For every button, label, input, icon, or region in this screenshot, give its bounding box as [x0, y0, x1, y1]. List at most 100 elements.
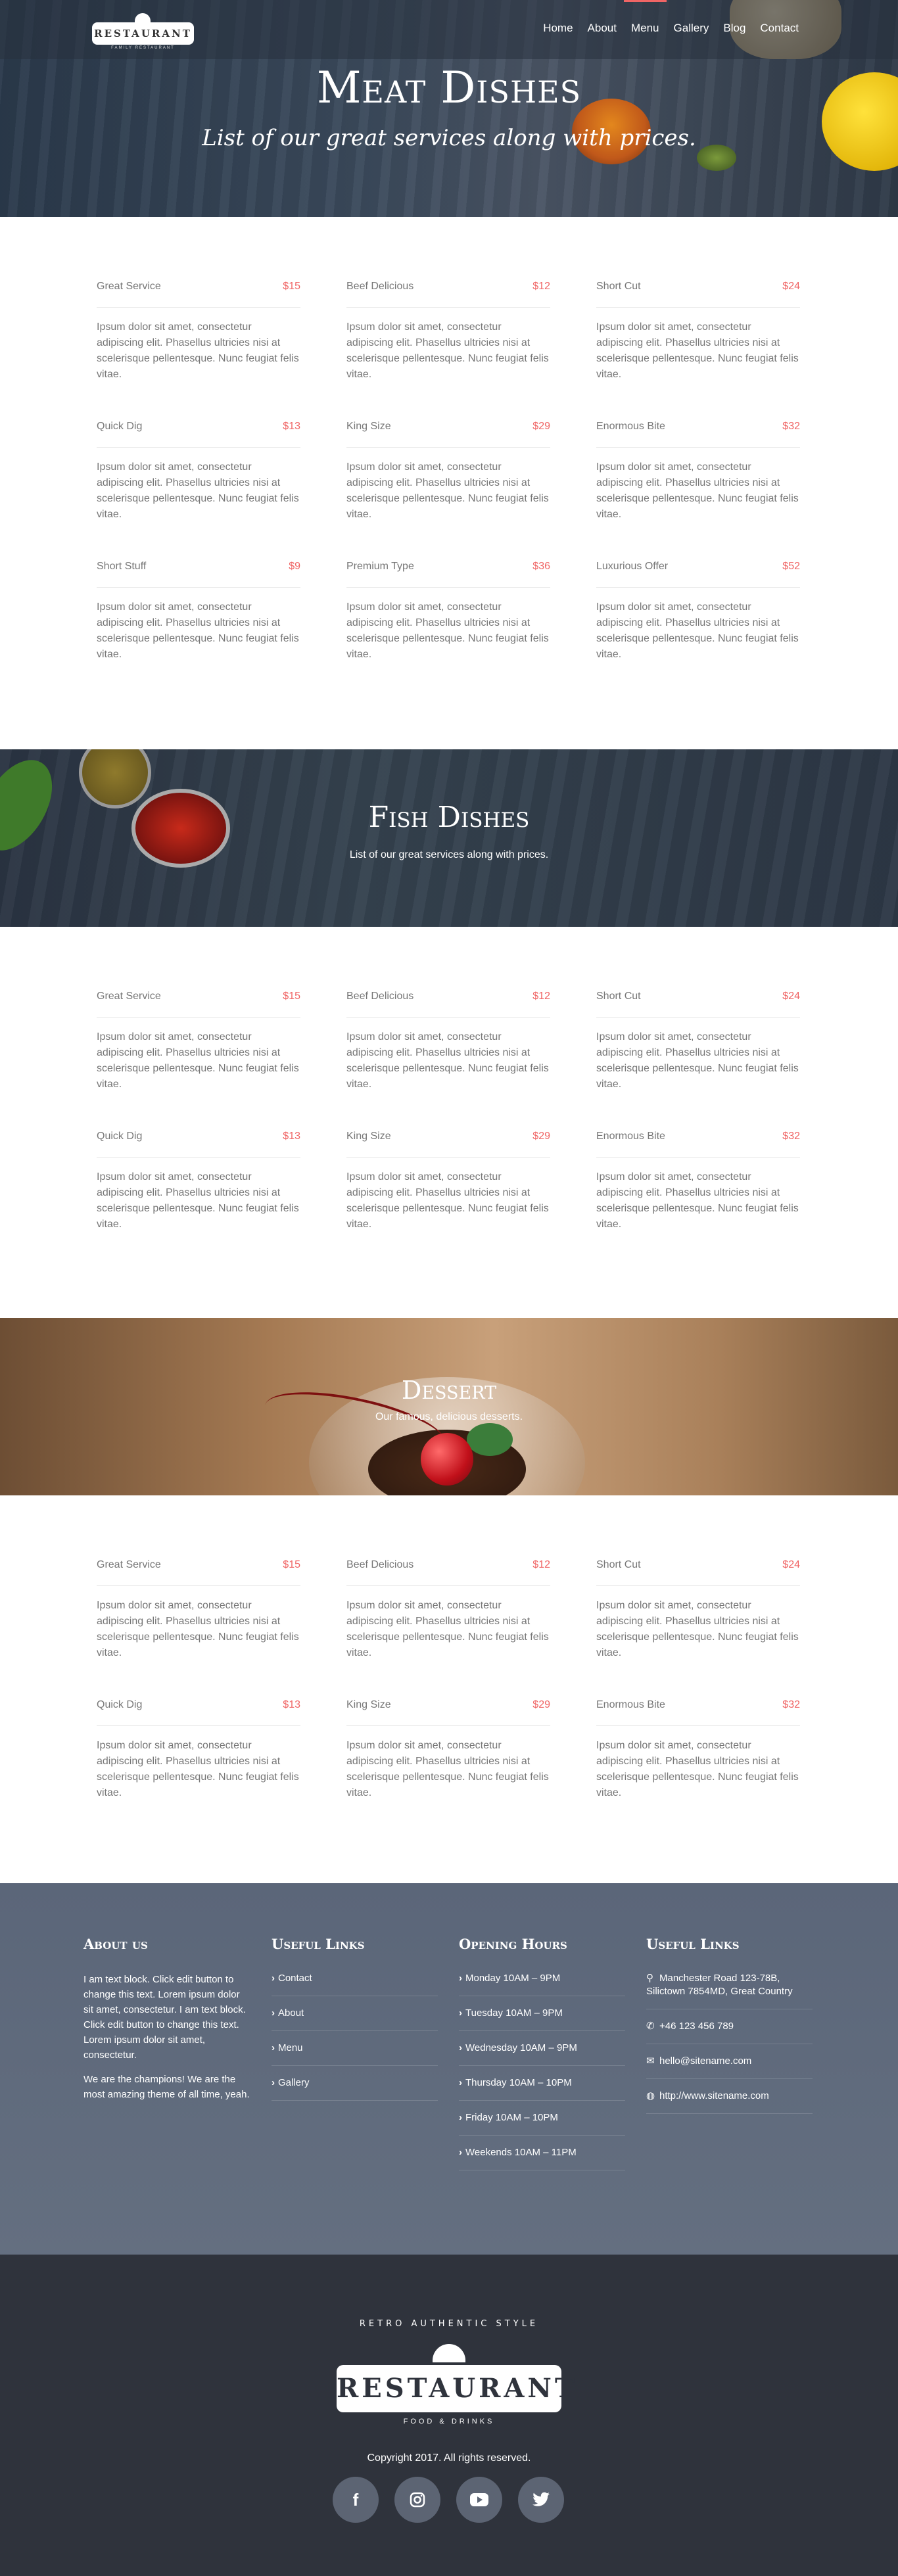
youtube-icon[interactable] — [456, 2477, 502, 2523]
footer-link-contact[interactable]: › Contact — [272, 1972, 438, 1996]
menu-item-description: Ipsum dolor sit amet, consectetur adipis… — [97, 1600, 299, 1658]
menu-item-price: $9 — [289, 561, 300, 572]
menu-item-name: Short Stuff — [97, 561, 147, 572]
menu-item-description: Ipsum dolor sit amet, consectetur adipis… — [346, 461, 549, 520]
menu-item-price: $12 — [532, 281, 550, 292]
menu-item-header: Quick Dig $13 — [97, 421, 300, 448]
menu-item-description: Ipsum dolor sit amet, consectetur adipis… — [97, 461, 299, 520]
chevron-right-icon: › — [272, 2042, 275, 2053]
menu-item-description: Ipsum dolor sit amet, consectetur adipis… — [596, 1600, 799, 1658]
menu-item-header: Premium Type $36 — [346, 561, 550, 588]
chevron-right-icon: › — [272, 1973, 275, 1984]
logo[interactable]: RESTAURANT FAMILY RESTAURANT — [92, 12, 194, 50]
chevron-right-icon: › — [272, 2077, 275, 2088]
email-text: hello@sitename.com — [659, 2055, 752, 2067]
dessert-menu-section: Great Service $15 Ipsum dolor sit amet, co… — [0, 1495, 898, 1888]
menu-item-description: Ipsum dolor sit amet, consectetur adipis… — [97, 601, 299, 660]
menu-item-description: Ipsum dolor sit amet, consectetur adipis… — [346, 1600, 549, 1658]
menu-item-description: Ipsum dolor sit amet, consectetur adipis… — [596, 1740, 799, 1798]
cherry-image — [421, 1433, 473, 1486]
contact-address: ⚲ Manchester Road 123-78B, Silictown 7854… — [646, 1972, 813, 2009]
menu-item-price: $15 — [283, 991, 300, 1002]
menu-item: Great Service $15 Ipsum dolor sit amet, co… — [97, 281, 300, 383]
menu-item: Enormous Bite $32 Ipsum dolor sit amet, co… — [596, 1699, 800, 1801]
chevron-right-icon: › — [459, 2077, 462, 2088]
facebook-icon[interactable]: f — [333, 2477, 379, 2523]
dessert-subtitle: Our famous, delicious desserts. — [375, 1411, 523, 1422]
hours-row: › Friday 10AM – 10PM — [459, 2111, 625, 2136]
nav-contact[interactable]: Contact — [753, 22, 806, 35]
menu-item-name: Quick Dig — [97, 421, 143, 432]
menu-item-name: Enormous Bite — [596, 421, 665, 432]
chevron-right-icon: › — [272, 2007, 275, 2019]
links-heading: Useful Links — [272, 1936, 365, 1952]
menu-item: Luxurious Offer $52 Ipsum dolor sit amet, … — [596, 561, 800, 663]
twitter-icon[interactable] — [518, 2477, 564, 2523]
menu-item-description: Ipsum dolor sit amet, consectetur adipis… — [596, 321, 799, 380]
menu-item-header: Short Cut $24 — [596, 991, 800, 1018]
menu-item-price: $13 — [283, 1699, 300, 1710]
restaurant-emblem: RETRO AUTHENTIC STYLE RESTAURANT FOOD & … — [335, 2319, 575, 2444]
menu-item: Great Service $15 Ipsum dolor sit amet, co… — [97, 991, 300, 1092]
nav-about[interactable]: About — [580, 22, 624, 35]
menu-item-header: Enormous Bite $32 — [596, 1699, 800, 1726]
contact-email[interactable]: ✉ hello@sitename.com — [646, 2055, 813, 2079]
menu-item-description: Ipsum dolor sit amet, consectetur adipis… — [346, 601, 549, 660]
hours-text: Tuesday 10AM – 9PM — [465, 2007, 563, 2019]
fish-title: Fish Dishes — [368, 801, 530, 834]
menu-item-description: Ipsum dolor sit amet, consectetur adipis… — [596, 601, 799, 660]
menu-item: Great Service $15 Ipsum dolor sit amet, co… — [97, 1559, 300, 1661]
menu-item-header: Quick Dig $13 — [97, 1131, 300, 1158]
menu-item-header: Short Stuff $9 — [97, 561, 300, 588]
menu-item: Short Stuff $9 Ipsum dolor sit amet, conse… — [97, 561, 300, 663]
hours-row: › Thursday 10AM – 10PM — [459, 2076, 625, 2101]
logo-subtitle: FAMILY RESTAURANT — [111, 46, 175, 50]
page-subtitle: List of our great services along with pr… — [202, 125, 696, 151]
page-title: Meat Dishes — [316, 62, 582, 113]
footer-link-menu[interactable]: › Menu — [272, 2042, 438, 2066]
footer-link-label: Contact — [278, 1973, 312, 1984]
mint-leaf-image — [467, 1423, 513, 1456]
hours-row: › Weekends 10AM – 11PM — [459, 2146, 625, 2170]
hours-text: Thursday 10AM – 10PM — [465, 2077, 572, 2088]
menu-item: Enormous Bite $32 Ipsum dolor sit amet, co… — [596, 421, 800, 523]
footer-link-about[interactable]: › About — [272, 2007, 438, 2031]
menu-item-header: King Size $29 — [346, 1699, 550, 1726]
nav-home[interactable]: Home — [536, 22, 580, 35]
menu-item-description: Ipsum dolor sit amet, consectetur adipis… — [346, 321, 549, 380]
chevron-right-icon: › — [459, 2147, 462, 2158]
menu-item-header: Enormous Bite $32 — [596, 421, 800, 448]
footer-link-label: Gallery — [278, 2077, 310, 2088]
menu-item-header: Enormous Bite $32 — [596, 1131, 800, 1158]
social-links: f — [333, 2477, 564, 2523]
footer-hours: Opening Hours › Monday 10AM – 9PM › Tuesda… — [459, 1936, 625, 2181]
nav-blog[interactable]: Blog — [716, 22, 753, 35]
menu-item-name: Premium Type — [346, 561, 414, 572]
fish-menu-section: Great Service $15 Ipsum dolor sit amet, co… — [0, 927, 898, 1318]
menu-item-description: Ipsum dolor sit amet, consectetur adipis… — [97, 1171, 299, 1230]
menu-item-name: Great Service — [97, 281, 161, 292]
hours-text: Monday 10AM – 9PM — [465, 1973, 561, 1984]
menu-item-price: $29 — [532, 1131, 550, 1142]
menu-item-header: Short Cut $24 — [596, 281, 800, 308]
instagram-icon[interactable] — [394, 2477, 440, 2523]
about-text-2: We are the champions! We are the most am… — [83, 2074, 250, 2100]
menu-item-price: $15 — [283, 1559, 300, 1570]
nav-menu[interactable]: Menu — [623, 0, 667, 35]
cloche-icon — [135, 13, 151, 22]
hours-heading: Opening Hours — [459, 1936, 567, 1952]
menu-item-name: Beef Delicious — [346, 991, 414, 1002]
menu-item-price: $15 — [283, 281, 300, 292]
emblem-subtitle: FOOD & DRINKS — [403, 2418, 495, 2425]
footer-links: Useful Links › Contact › About › Menu › Gall… — [272, 1936, 438, 2111]
menu-item: Short Cut $24 Ipsum dolor sit amet, consec… — [596, 1559, 800, 1661]
emblem-arc-text: RETRO AUTHENTIC STYLE — [359, 2319, 539, 2329]
bottom-bar: RETRO AUTHENTIC STYLE RESTAURANT FOOD & … — [0, 2255, 898, 2576]
emblem-text: RESTAURANT — [337, 2365, 575, 2412]
footer-link-gallery[interactable]: › Gallery — [272, 2076, 438, 2101]
contact-website[interactable]: ◍ http://www.sitename.com — [646, 2090, 813, 2114]
nav-gallery[interactable]: Gallery — [667, 22, 717, 35]
menu-item-name: Short Cut — [596, 991, 641, 1002]
contact-phone[interactable]: ✆ +46 123 456 789 — [646, 2020, 813, 2044]
menu-item-price: $12 — [532, 1559, 550, 1570]
